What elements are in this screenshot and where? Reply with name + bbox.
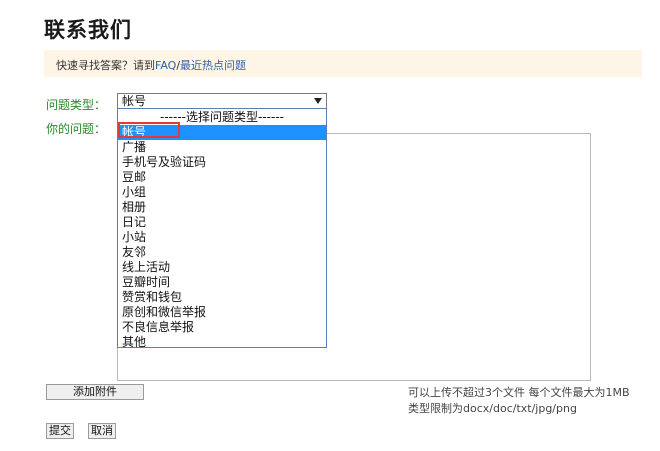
faq-link[interactable]: FAQ xyxy=(155,59,176,72)
dropdown-option[interactable]: 不良信息举报 xyxy=(118,320,326,335)
select-current-value: 帐号 xyxy=(122,94,147,108)
cancel-button[interactable]: 取消 xyxy=(88,423,116,439)
dropdown-option[interactable]: 友邻 xyxy=(118,245,326,260)
add-attachment-button[interactable]: 添加附件 xyxy=(46,384,144,400)
dropdown-option[interactable]: 小站 xyxy=(118,230,326,245)
annotation-highlight-box xyxy=(118,122,180,138)
dropdown-arrow-icon[interactable] xyxy=(314,98,322,104)
dropdown-option[interactable]: 相册 xyxy=(118,200,326,215)
dropdown-option[interactable]: 原创和微信举报 xyxy=(118,305,326,320)
question-type-select[interactable]: 帐号 xyxy=(117,93,327,109)
dropdown-option[interactable]: 广播 xyxy=(118,140,326,155)
page-title: 联系我们 xyxy=(44,18,132,42)
dropdown-option[interactable]: 小组 xyxy=(118,185,326,200)
hot-questions-link[interactable]: 最近热点问题 xyxy=(180,59,246,72)
question-type-label: 问题类型： xyxy=(46,98,107,112)
question-type-dropdown[interactable]: ------选择问题类型------ 帐号 广播 手机号及验证码 豆邮 小组 相册 日记 小站友… xyxy=(117,108,327,350)
tip-bar: 快速寻找答案？请到FAQ/最近热点问题 xyxy=(44,50,642,77)
attachment-note: 可以上传不超过3个文件 每个文件最大为1MB 类型限制为docx/doc/txt… xyxy=(408,385,630,417)
attachment-note-line1: 可以上传不超过3个文件 每个文件最大为1MB xyxy=(408,386,630,399)
dropdown-option[interactable]: 豆邮 xyxy=(118,170,326,185)
submit-button[interactable]: 提交 xyxy=(46,423,74,439)
dropdown-option[interactable]: 线上活动 xyxy=(118,260,326,275)
tip-text: 快速寻找答案？请到FAQ/最近热点问题 xyxy=(56,57,246,73)
dropdown-option[interactable]: 日记 xyxy=(118,215,326,230)
dropdown-option[interactable]: 豆瓣时间 xyxy=(118,275,326,290)
your-question-label: 你的问题： xyxy=(46,122,107,136)
dropdown-option[interactable]: 赞赏和钱包 xyxy=(118,290,326,305)
dropdown-option[interactable]: 手机号及验证码 xyxy=(118,155,326,170)
attachment-note-line2: 类型限制为docx/doc/txt/jpg/png xyxy=(408,402,577,415)
tip-prefix: 快速寻找答案？请到 xyxy=(56,59,155,72)
dropdown-option[interactable]: 其他 xyxy=(118,335,326,350)
